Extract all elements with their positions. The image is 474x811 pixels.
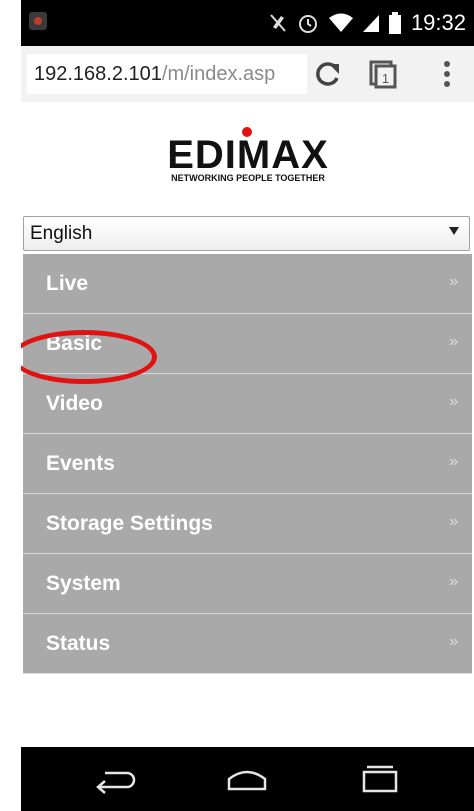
url-host: 192.168.2.101 (34, 62, 162, 85)
home-icon[interactable] (223, 763, 271, 795)
signal-icon (362, 15, 379, 32)
main-menu: Live » Basic » Video » Events » Storage … (21, 254, 472, 674)
tabs-icon[interactable]: 1 (367, 58, 399, 90)
phone-screen: 19:32 192.168.2.101/m/index.asp 1 EDIMAX… (21, 0, 474, 811)
menu-item-label: Basic (46, 332, 103, 355)
wifi-icon (328, 13, 353, 32)
logo-brand: EDIMAX (167, 133, 329, 177)
menu-item-label: Video (46, 392, 103, 415)
tab-count: 1 (382, 71, 389, 86)
clock: 19:32 (410, 10, 466, 35)
mute-icon (270, 14, 286, 32)
chevron-right-icon: » (449, 273, 458, 290)
menu-item-live[interactable]: Live » (23, 254, 472, 314)
browser-toolbar: 192.168.2.101/m/index.asp 1 (21, 46, 474, 103)
edimax-logo: EDIMAX NETWORKING PEOPLE TOGETHER (167, 127, 329, 183)
status-bar: 19:32 (21, 0, 474, 46)
menu-item-label: System (46, 572, 121, 595)
menu-item-system[interactable]: System » (23, 554, 472, 614)
menu-item-label: Events (46, 452, 115, 475)
status-icons: 19:32 (269, 0, 466, 46)
menu-item-basic[interactable]: Basic » (23, 314, 472, 374)
menu-item-video[interactable]: Video » (23, 374, 472, 434)
chevron-right-icon: » (449, 393, 458, 410)
chevron-right-icon: » (449, 333, 458, 350)
language-select-value: English (30, 223, 93, 244)
alarm-icon (298, 15, 317, 33)
recents-icon[interactable] (356, 763, 404, 795)
menu-item-label: Live (46, 272, 89, 295)
back-icon[interactable] (91, 763, 139, 795)
logo-tagline: NETWORKING PEOPLE TOGETHER (171, 173, 325, 183)
chevron-right-icon: » (449, 513, 458, 530)
menu-item-label: Status (46, 632, 111, 655)
battery-icon (388, 12, 401, 34)
url-bar[interactable]: 192.168.2.101/m/index.asp (27, 54, 307, 94)
chevron-right-icon: » (449, 573, 458, 590)
navigation-bar (21, 747, 474, 811)
chevron-right-icon: » (449, 453, 458, 470)
reload-icon[interactable] (313, 58, 345, 90)
chevron-right-icon: » (449, 633, 458, 650)
url-path: /m/index.asp (161, 62, 276, 85)
menu-item-label: Storage Settings (46, 512, 213, 535)
menu-item-status[interactable]: Status » (23, 614, 472, 674)
logo-area: EDIMAX NETWORKING PEOPLE TOGETHER (21, 102, 474, 214)
menu-item-events[interactable]: Events » (23, 434, 472, 494)
overflow-menu-icon[interactable] (435, 58, 459, 90)
notification-icon (29, 12, 47, 30)
language-select[interactable]: English (23, 216, 470, 251)
menu-item-storage-settings[interactable]: Storage Settings » (23, 494, 472, 554)
dropdown-arrow-icon (449, 227, 459, 235)
